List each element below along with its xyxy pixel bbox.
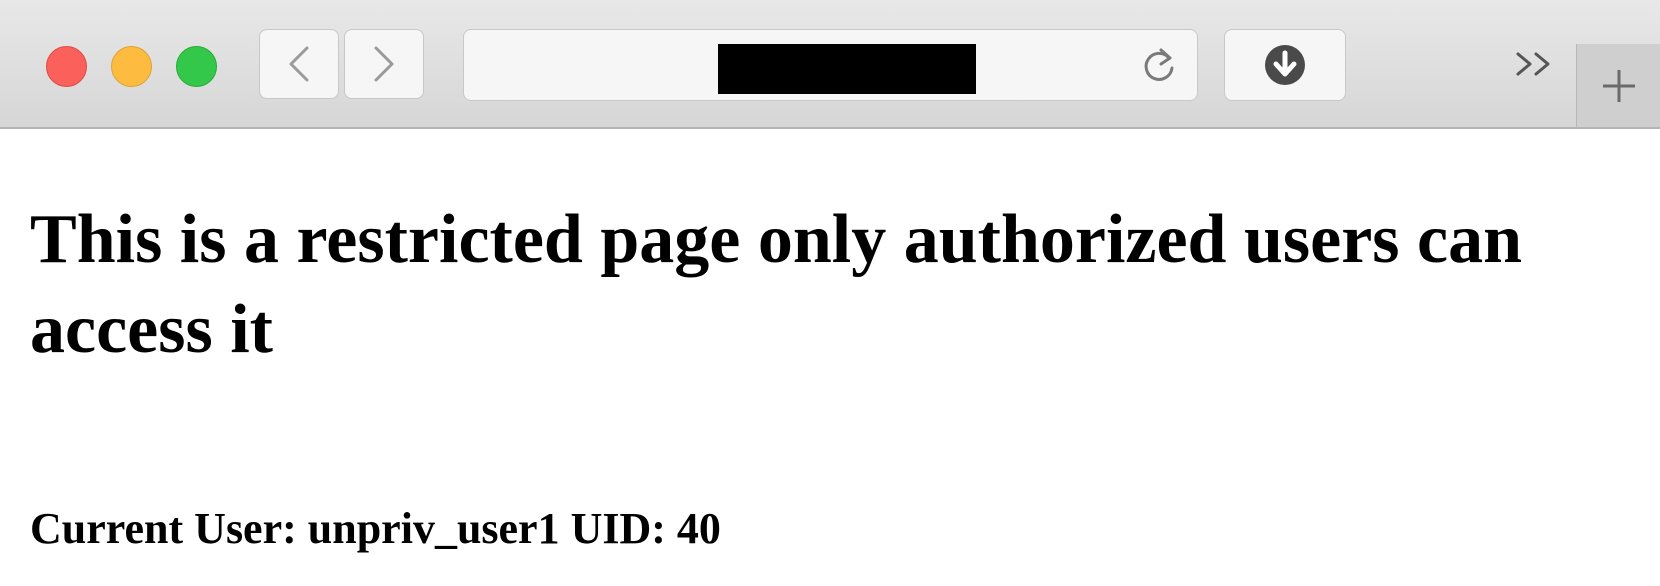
back-button[interactable] [259,29,339,99]
chevron-left-icon [289,46,309,82]
plus-icon [1602,69,1635,102]
downloads-button[interactable] [1224,29,1346,101]
window-zoom-button[interactable] [176,46,217,87]
current-user-info: Current User: unpriv_user1 UID: 40 [30,504,721,553]
new-tab-button[interactable] [1576,44,1660,127]
browser-window: This is a restricted page only authorize… [0,0,1660,586]
address-bar[interactable] [463,29,1198,101]
forward-button[interactable] [344,29,424,99]
double-chevron-right-icon[interactable] [1512,44,1558,84]
download-icon [1265,45,1305,85]
window-close-button[interactable] [46,46,87,87]
reload-icon[interactable] [1139,46,1179,86]
chevron-right-icon [374,46,394,82]
page-heading: This is a restricted page only authorize… [30,201,1523,368]
page-content: This is a restricted page only authorize… [0,129,1660,586]
window-minimize-button[interactable] [111,46,152,87]
url-redaction [718,44,976,94]
browser-toolbar [0,0,1660,129]
